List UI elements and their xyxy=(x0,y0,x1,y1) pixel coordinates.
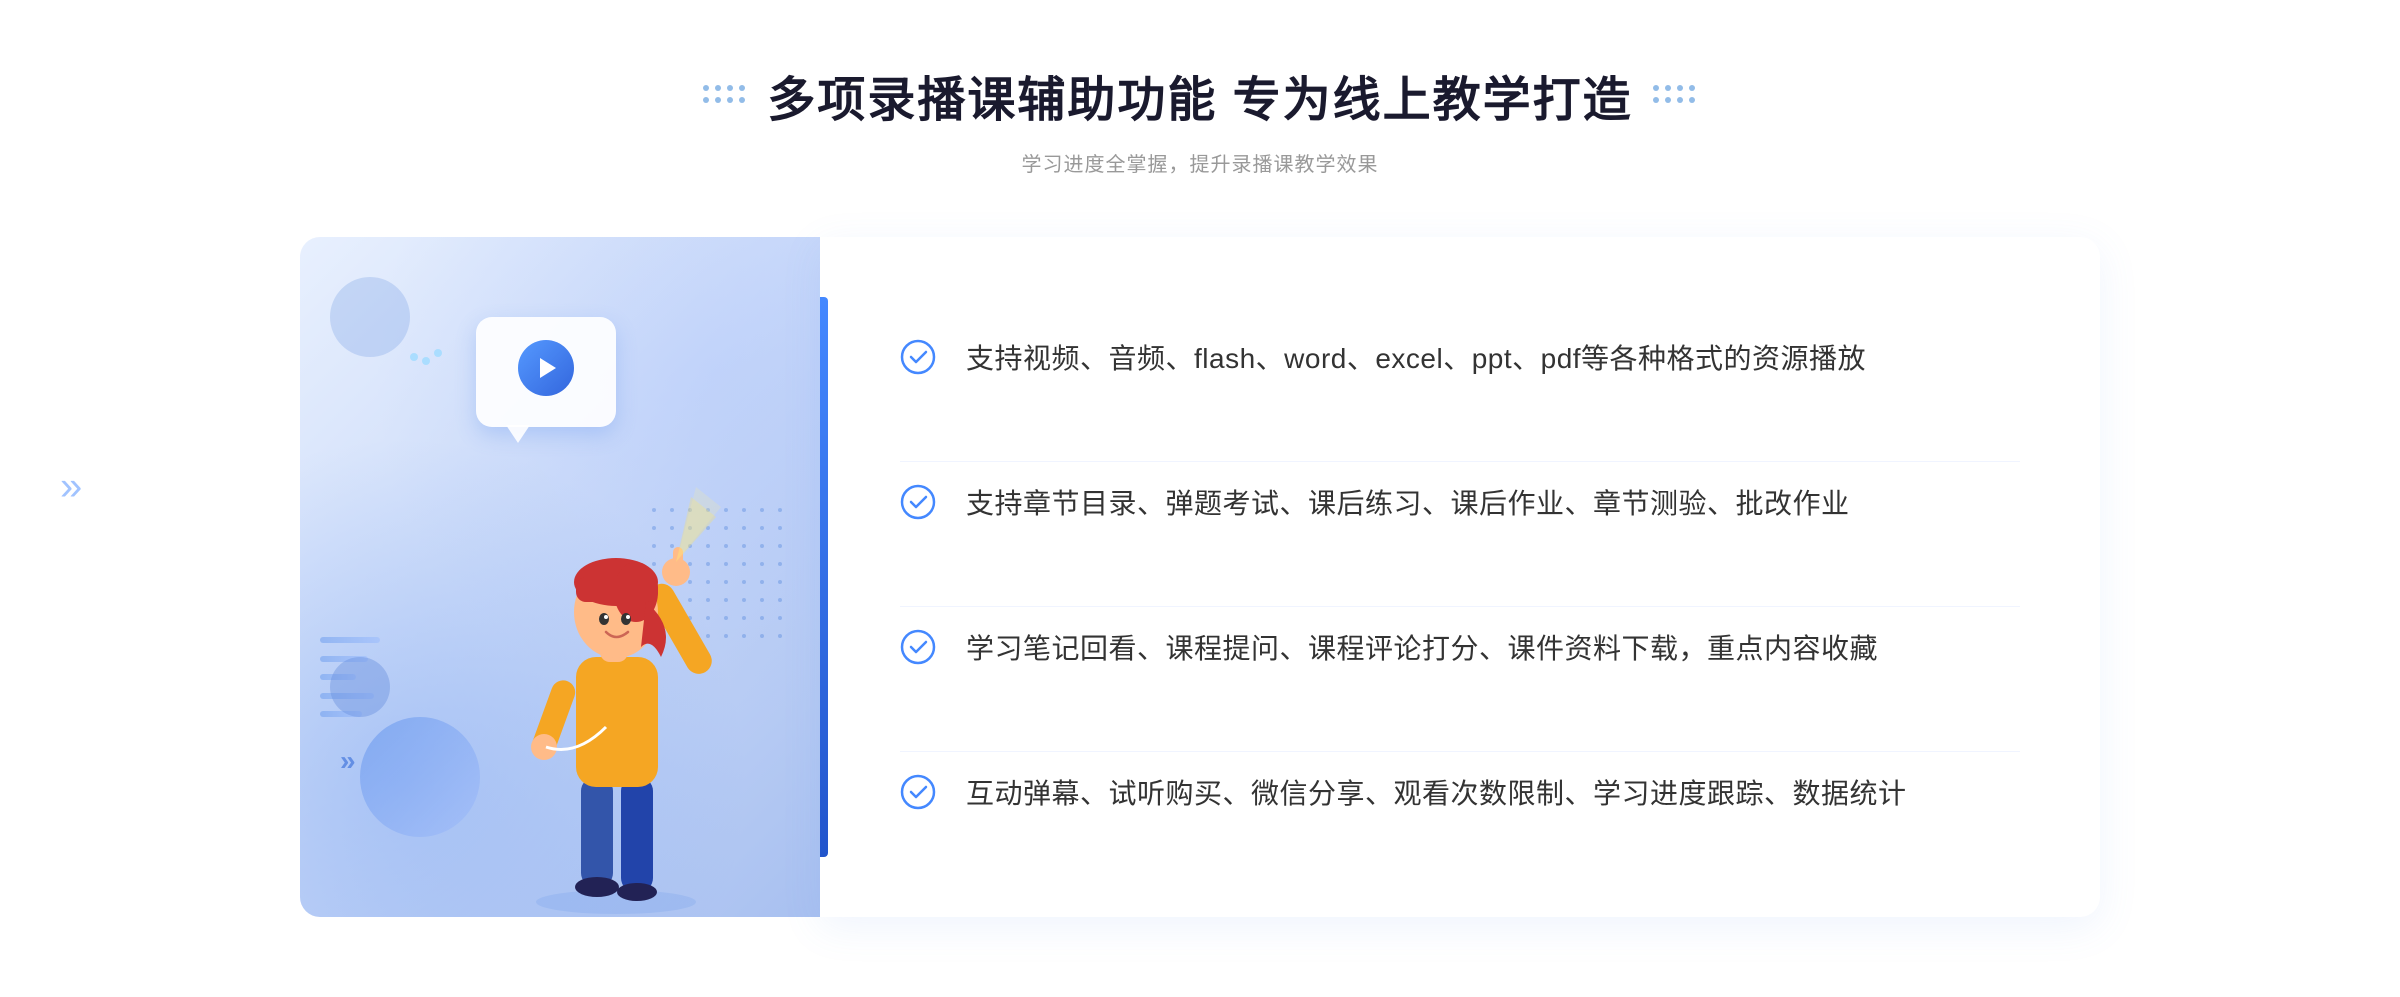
feature-text-1: 支持视频、音频、flash、word、excel、ppt、pdf等各种格式的资源… xyxy=(966,337,1866,382)
feature-item-4: 互动弹幕、试听购买、微信分享、观看次数限制、学习进度跟踪、数据统计 xyxy=(900,751,2020,837)
play-button[interactable] xyxy=(518,340,574,396)
circle-deco-2 xyxy=(330,277,410,357)
feature-text-3: 学习笔记回看、课程提问、课程评论打分、课件资料下载，重点内容收藏 xyxy=(966,627,1878,672)
sparkle-decoration xyxy=(410,357,442,365)
check-icon-4 xyxy=(900,774,936,810)
title-row: 多项录播课辅助功能 专为线上教学打造 xyxy=(703,60,1696,130)
page-subtitle: 学习进度全掌握，提升录播课教学效果 xyxy=(703,148,1696,177)
illustration-panel: » xyxy=(300,237,820,917)
left-page-arrow: » xyxy=(60,465,82,510)
main-title: 多项录播课辅助功能 专为线上教学打造 xyxy=(767,60,1632,130)
accent-bar xyxy=(820,297,828,857)
check-icon-1 xyxy=(900,339,936,375)
circle-deco-1 xyxy=(360,717,480,837)
check-icon-2 xyxy=(900,484,936,520)
feature-text-2: 支持章节目录、弹题考试、课后练习、课后作业、章节测验、批改作业 xyxy=(966,482,1850,527)
feature-text-4: 互动弹幕、试听购买、微信分享、观看次数限制、学习进度跟踪、数据统计 xyxy=(966,772,1907,817)
arrow-decoration: » xyxy=(340,745,356,777)
student-illustration xyxy=(476,437,756,917)
feature-item-2: 支持章节目录、弹题考试、课后练习、课后作业、章节测验、批改作业 xyxy=(900,461,2020,547)
video-play-bubble xyxy=(476,317,616,427)
check-icon-3 xyxy=(900,629,936,665)
features-panel: 支持视频、音频、flash、word、excel、ppt、pdf等各种格式的资源… xyxy=(820,237,2100,917)
circle-deco-3 xyxy=(330,657,390,717)
dots-decoration-left xyxy=(703,85,747,105)
content-section: » xyxy=(300,237,2100,917)
dots-decoration-right xyxy=(1653,85,1697,105)
page-container: 多项录播课辅助功能 专为线上教学打造 学习进度全掌握，提升录播课教学效果 xyxy=(0,0,2400,997)
header-section: 多项录播课辅助功能 专为线上教学打造 学习进度全掌握，提升录播课教学效果 xyxy=(703,60,1696,177)
feature-item-3: 学习笔记回看、课程提问、课程评论打分、课件资料下载，重点内容收藏 xyxy=(900,606,2020,692)
feature-item-1: 支持视频、音频、flash、word、excel、ppt、pdf等各种格式的资源… xyxy=(900,317,2020,402)
